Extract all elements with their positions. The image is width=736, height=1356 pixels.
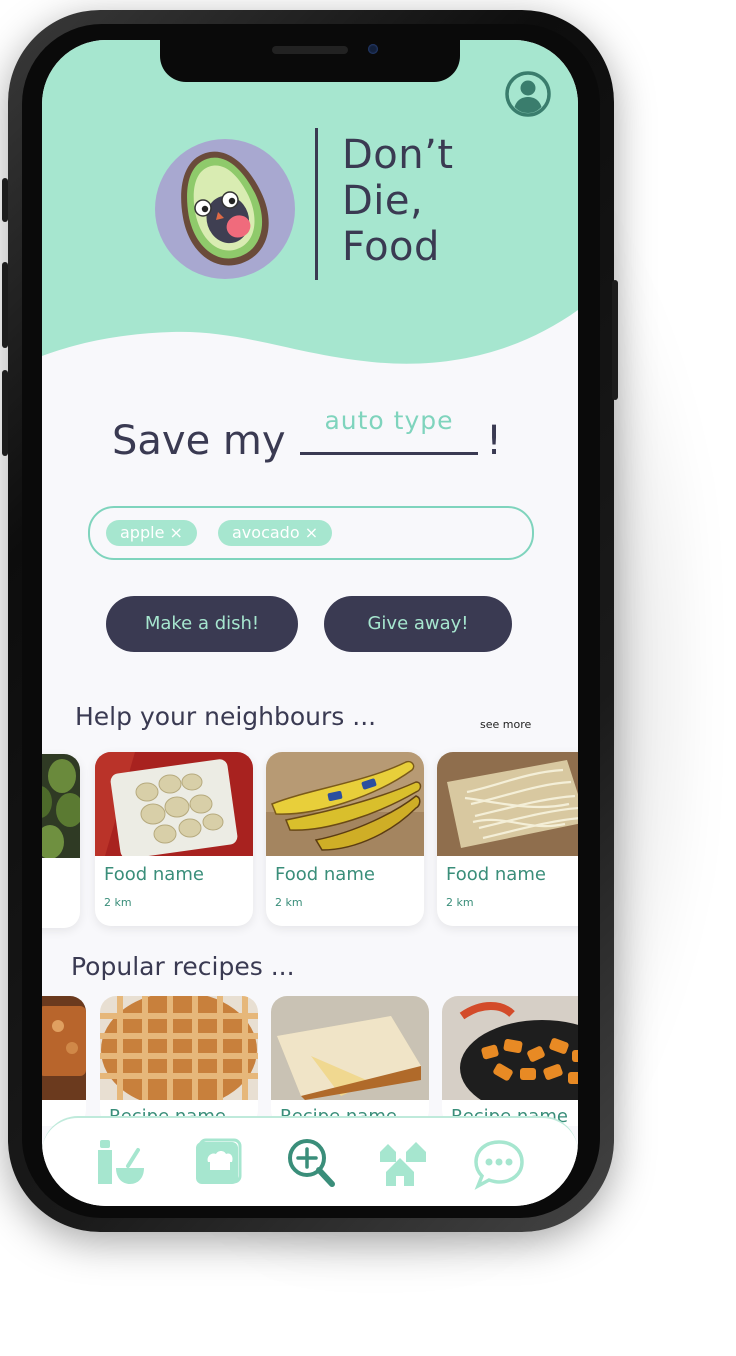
power-button xyxy=(612,280,618,400)
header-background xyxy=(42,40,578,364)
recipe-image-lattice-pie xyxy=(100,996,258,1100)
see-more-link[interactable]: see more xyxy=(480,718,531,731)
food-name: Food name xyxy=(446,864,546,885)
food-card[interactable]: Food name 2 km xyxy=(437,752,578,926)
recipe-card[interactable]: Recipe name xyxy=(442,996,578,1126)
food-image-avocados xyxy=(42,754,80,858)
recipe-card[interactable]: Recipe name xyxy=(100,996,258,1126)
food-card-partial[interactable] xyxy=(42,754,80,928)
recipe-image-sponge-cake xyxy=(271,996,429,1100)
auto-type-blank: auto type xyxy=(300,406,478,455)
notch xyxy=(160,40,460,82)
front-camera xyxy=(368,44,378,54)
make-dish-button[interactable]: Make a dish! xyxy=(106,596,298,652)
app-name-line-3: Food xyxy=(342,224,440,270)
hero-suffix: ! xyxy=(486,418,503,464)
food-name: Food name xyxy=(104,864,204,885)
chat-icon[interactable] xyxy=(472,1136,526,1190)
neighbours-title: Help your neighbours ... xyxy=(75,702,377,731)
auto-type-text: auto type xyxy=(324,406,454,435)
app-name-line-1: Don’t xyxy=(342,132,454,178)
food-image-bean-sprouts xyxy=(437,752,578,856)
give-away-button[interactable]: Give away! xyxy=(324,596,512,652)
profile-icon[interactable] xyxy=(504,70,552,118)
tag-chip-apple[interactable]: apple × xyxy=(106,520,197,546)
food-image-bananas xyxy=(266,752,424,856)
avocado-logo xyxy=(155,139,295,279)
volume-up-button xyxy=(2,262,8,348)
food-card[interactable]: Food name 2 km xyxy=(266,752,424,926)
food-image-potatoes xyxy=(95,752,253,856)
app-name-line-2: Die, xyxy=(342,178,424,224)
food-distance: 2 km xyxy=(446,896,474,909)
recipe-image-roasted-vegetables xyxy=(442,996,578,1100)
volume-down-button xyxy=(2,370,8,456)
recipes-title: Popular recipes ... xyxy=(71,952,295,981)
silent-switch xyxy=(2,178,8,222)
speaker xyxy=(272,46,348,54)
food-distance: 2 km xyxy=(104,896,132,909)
neighbourhood-icon[interactable] xyxy=(376,1136,430,1190)
food-card[interactable]: Food name 2 km xyxy=(95,752,253,926)
search-add-icon[interactable] xyxy=(284,1136,338,1190)
tag-chip-avocado[interactable]: avocado × xyxy=(218,520,333,546)
hero-prefix: Save my xyxy=(112,418,286,464)
brand-divider xyxy=(315,128,318,280)
recipe-card[interactable]: Recipe name xyxy=(271,996,429,1126)
recipe-image-crumble xyxy=(42,996,86,1100)
ingredient-tag-input[interactable]: apple × avocado × xyxy=(88,506,534,560)
app-screen: Don’t Die, Food Save my auto type ! appl… xyxy=(42,40,578,1206)
bottom-navigation xyxy=(42,1116,578,1206)
recipe-card-partial[interactable] xyxy=(42,996,86,1126)
app-name: Don’t Die, Food xyxy=(342,132,454,270)
food-distance: 2 km xyxy=(275,896,303,909)
food-name: Food name xyxy=(275,864,375,885)
pantry-icon[interactable] xyxy=(94,1136,148,1190)
cookbook-icon[interactable] xyxy=(192,1136,246,1190)
